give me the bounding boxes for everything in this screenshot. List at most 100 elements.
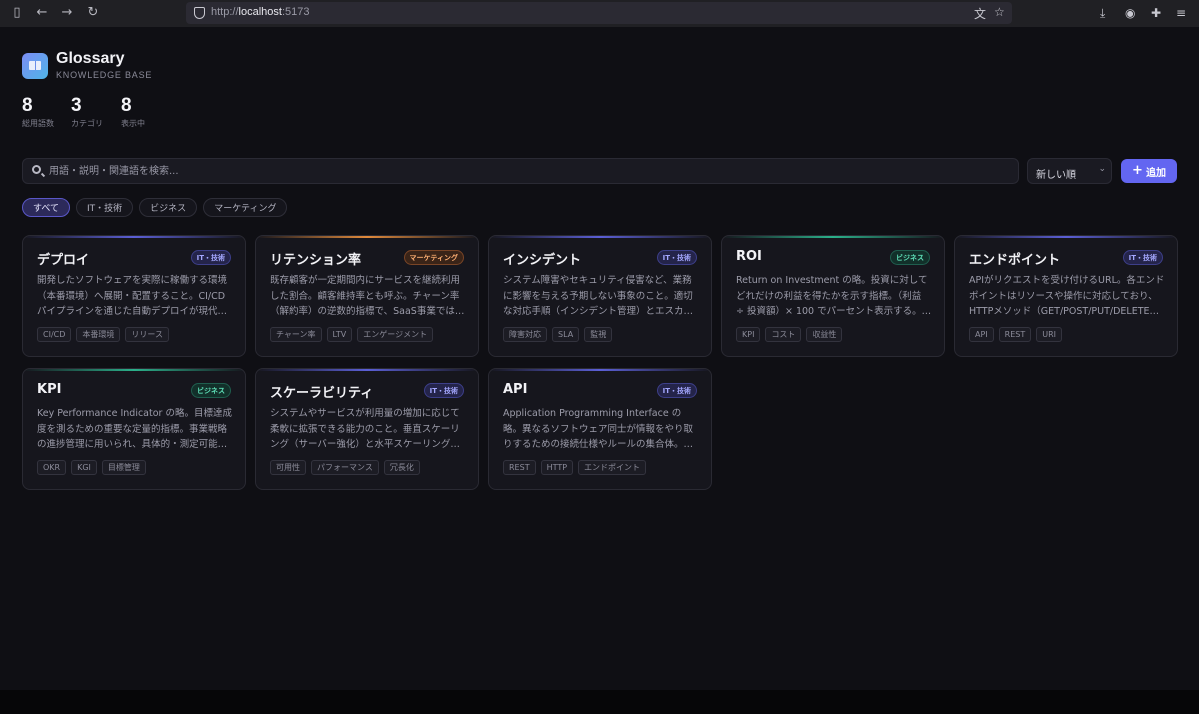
term-card[interactable]: デプロイ IT・技術開発したソフトウェアを実際に稼働する環境（本番環境）へ展開・配… [22,235,246,357]
related-tag[interactable]: HTTP [540,460,574,475]
add-button-label: 追加 [1145,167,1166,179]
term-card[interactable]: リテンション率 マーケティング 既存顧客が一定期間内にサービスを継続利用した割合。顧… [255,235,479,357]
related-tag[interactable]: 可用性 [270,460,306,475]
card-description: 開発したソフトウェアを実際に稼働する環境（本番環境）へ展開・配置すること。CI/… [37,275,228,317]
sort-selected-value: 新しい順 [1036,170,1076,181]
category-badge: IT・技術 [1122,250,1163,265]
related-tag[interactable]: エンゲージメント [357,327,434,342]
stat-label: カテゴリ [71,119,103,128]
related-tag[interactable]: 収益性 [806,327,843,342]
related-tag[interactable]: 障害対応 [503,327,547,342]
browser-toolbar: ▯ ← → ↻ http://localhost:5173 文 ☆ ⤓ ◉ ✚ … [0,0,1199,27]
app-title: Glossary [56,50,125,67]
related-tag[interactable]: REST [998,327,1032,342]
related-tag[interactable]: LTV [326,327,353,342]
forward-arrow-icon[interactable]: → [60,6,74,20]
related-tag[interactable]: 監視 [584,327,613,342]
chevron-down-icon: ⌄ [1098,164,1106,174]
related-tag[interactable]: チャーン率 [270,327,322,342]
related-tag[interactable]: パフォーマンス [311,460,379,475]
related-tag[interactable]: KPI [736,327,761,342]
url-text: http://localhost:5173 [211,6,310,18]
card-tags: 可用性 パフォーマンス 冗長化 [270,460,420,475]
search-box [22,158,1019,184]
card-accent-line [489,236,711,238]
card-title: インシデント [503,253,582,268]
card-title: KPI [37,382,62,397]
stat-value: 3 [71,95,82,116]
card-description: APIがリクエストを受け付けるURL。各エンドポイントはリソースや操作に対応して… [969,275,1165,317]
card-tags: REST HTTP エンドポイント [503,460,647,475]
related-tag[interactable]: SLA [552,327,580,342]
related-tag[interactable]: OKR [37,460,67,475]
related-tag[interactable]: コスト [765,327,802,342]
add-term-button[interactable]: + 追加 [1121,159,1177,183]
card-description: システム障害やセキュリティ侵害など、業務に影響を与える予期しない事象のこと。適切… [503,275,694,317]
card-description: Return on Investment の略。投資に対してどれだけの利益を得た… [736,275,932,317]
related-tag[interactable]: エンドポイント [578,460,647,475]
menu-icon[interactable]: ≡ [1176,6,1186,20]
term-card[interactable]: スケーラビリティ IT・技術 システムやサービスが利用量の増加に応じて柔軟に拡張でき… [255,368,479,490]
category-filters: すべて IT・技術 ビジネス マーケティング [22,198,288,217]
search-icon [32,165,41,174]
card-accent-line [23,369,245,371]
account-icon[interactable]: ◉ [1125,6,1135,20]
related-tag[interactable]: リリース [125,327,169,342]
term-card[interactable]: ROI ビジネス Return on Investment の略。投資に対してどれだ… [721,235,945,357]
plus-icon: + [1132,163,1143,178]
term-card[interactable]: エンドポイント IT・技術 APIがリクエストを受け付けるURL。各エンドポイントは… [954,235,1178,357]
category-badge: IT・技術 [656,250,697,265]
card-accent-line [955,236,1177,238]
related-tag[interactable]: 冗長化 [383,460,420,475]
related-tag[interactable]: API [969,327,994,342]
related-tag[interactable]: 本番環境 [76,327,121,342]
extensions-icon[interactable]: ✚ [1151,6,1161,20]
card-accent-line [256,236,478,238]
logo [22,53,48,79]
card-description: Key Performance Indicator の略。目標達成度を測るための… [37,408,232,450]
address-bar[interactable]: http://localhost:5173 文 ☆ [186,2,1012,24]
related-tag[interactable]: KGI [71,460,97,475]
term-card[interactable]: KPI ビジネス Key Performance Indicator の略。目標達成… [22,368,246,490]
card-accent-line [722,236,944,238]
shield-icon [194,7,205,19]
card-title: デプロイ [37,253,90,268]
footer-band [0,690,1199,714]
stat-categories: 3 カテゴリ [71,95,103,129]
term-card[interactable]: API IT・技術 Application Programming Interfac… [488,368,712,490]
card-description: システムやサービスが利用量の増加に応じて柔軟に拡張できる能力のこと。垂直スケーリ… [270,408,460,450]
card-title: スケーラビリティ [270,386,374,401]
reload-icon[interactable]: ↻ [86,6,100,20]
card-tags: OKR KGI 目標管理 [37,460,146,475]
category-badge: ビジネス [890,250,930,265]
card-description: Application Programming Interface の略。異なる… [503,408,694,450]
filter-it[interactable]: IT・技術 [76,198,134,217]
book-icon [29,61,41,70]
card-title: エンドポイント [969,253,1061,268]
category-badge: IT・技術 [656,383,697,398]
stat-label: 表示中 [121,119,145,128]
related-tag[interactable]: 目標管理 [101,460,146,475]
category-badge: IT・技術 [190,250,231,265]
related-tag[interactable]: REST [503,460,536,475]
filter-business[interactable]: ビジネス [139,198,198,217]
category-badge: ビジネス [191,383,231,398]
filter-all[interactable]: すべて [22,198,71,217]
star-icon[interactable]: ☆ [994,5,1005,19]
card-tags: API REST URI [969,327,1063,342]
search-input[interactable] [49,163,1009,180]
sidebar-toggle-icon[interactable]: ▯ [10,6,24,20]
related-tag[interactable]: CI/CD [37,327,72,342]
stat-visible: 8 表示中 [121,95,145,129]
translate-icon[interactable]: 文 [974,5,986,22]
stat-value: 8 [121,95,132,116]
download-icon[interactable]: ⤓ [1100,6,1105,21]
card-accent-line [23,236,245,238]
stat-label: 総用語数 [22,119,54,128]
related-tag[interactable]: URI [1036,327,1063,342]
back-arrow-icon[interactable]: ← [35,6,49,20]
sort-select[interactable]: 新しい順 ⌄ [1027,158,1112,184]
filter-marketing[interactable]: マーケティング [203,198,288,217]
term-card[interactable]: インシデント IT・技術システム障害やセキュリティ侵害など、業務に影響を与える予期… [488,235,712,357]
card-title: リテンション率 [270,253,362,268]
